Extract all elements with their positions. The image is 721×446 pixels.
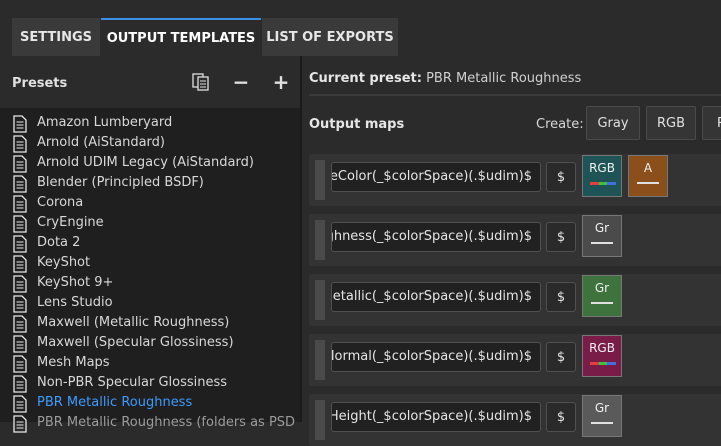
preset-label: Maxwell (Specular Glossiness) [37, 335, 234, 350]
filename-input[interactable]: $mesh_$textureSet_Height(_$colorSpace)(.… [331, 402, 541, 432]
preset-label: Non-PBR Specular Glossiness [37, 375, 227, 390]
remove-preset-button[interactable]: − [230, 70, 252, 94]
drag-handle[interactable] [315, 340, 325, 380]
preset-label: Mesh Maps [37, 355, 110, 370]
preset-item[interactable]: CryEngine [0, 214, 300, 234]
insert-variable-button[interactable]: $ [546, 162, 576, 192]
preset-item[interactable]: PBR Metallic Roughness (folders as PSD [0, 414, 300, 434]
channel-label: RGB [583, 341, 621, 355]
presets-header: Presets − + [0, 56, 300, 108]
create-gray-button[interactable]: Gray [586, 106, 640, 140]
preset-item[interactable]: Lens Studio [0, 294, 300, 314]
current-preset: Current preset: PBR Metallic Roughness [309, 71, 581, 86]
preset-label: Arnold UDIM Legacy (AiStandard) [37, 155, 254, 170]
output-map-row: $mesh_$textureSet_Metallic(_$colorSpace)… [309, 274, 721, 326]
preset-item[interactable]: Arnold (AiStandard) [0, 134, 300, 154]
insert-variable-button[interactable]: $ [546, 342, 576, 372]
channel-label: Gr [583, 401, 621, 415]
preset-item[interactable]: Corona [0, 194, 300, 214]
presets-title: Presets [12, 76, 67, 91]
preset-item[interactable]: KeyShot [0, 254, 300, 274]
channel-label: RGB [583, 161, 621, 175]
drag-handle[interactable] [315, 280, 325, 320]
filename-input[interactable]: $mesh_$textureSet_Normal(_$colorSpace)(.… [331, 342, 541, 372]
channel-bar [591, 302, 613, 304]
tab-bar: SETTINGS OUTPUT TEMPLATES LIST OF EXPORT… [0, 0, 721, 56]
presets-panel: Presets − + Amazon Lumberyard Arnold (AiS… [0, 56, 300, 422]
channel-label: Gr [583, 281, 621, 295]
channel-bar [591, 242, 613, 244]
channel-bar [637, 182, 659, 184]
channel-slot[interactable]: RGB [582, 335, 622, 377]
channel-label: A [629, 161, 667, 175]
output-map-row: $mesh_$textureSet_Roughness(_$colorSpace… [309, 214, 721, 266]
channel-slot[interactable]: A [628, 155, 668, 197]
output-map-row: $mesh_$textureSet_Normal(_$colorSpace)(.… [309, 334, 721, 386]
preset-item[interactable]: Maxwell (Specular Glossiness) [0, 334, 300, 354]
tab-list-of-exports[interactable]: LIST OF EXPORTS [262, 18, 398, 56]
output-maps-title: Output maps [309, 117, 404, 132]
insert-variable-button[interactable]: $ [546, 402, 576, 432]
preset-item[interactable]: Dota 2 [0, 234, 300, 254]
preset-item[interactable]: Non-PBR Specular Glossiness [0, 374, 300, 394]
create-label: Create: [536, 117, 584, 132]
preset-item[interactable]: Blender (Principled BSDF) [0, 174, 300, 194]
drag-handle[interactable] [315, 220, 325, 260]
divider [309, 94, 721, 96]
preset-label: Arnold (AiStandard) [37, 135, 165, 150]
drag-handle[interactable] [315, 400, 325, 440]
preset-list: Amazon Lumberyard Arnold (AiStandard) Arno… [0, 114, 300, 434]
preset-item[interactable]: Amazon Lumberyard [0, 114, 300, 134]
rgb-channel-bar [590, 182, 616, 185]
current-preset-value: PBR Metallic Roughness [426, 71, 581, 86]
duplicate-icon [191, 72, 211, 92]
channel-label: Gr [583, 221, 621, 235]
preset-label: Blender (Principled BSDF) [37, 175, 204, 190]
preset-label: CryEngine [37, 215, 104, 230]
duplicate-preset-button[interactable] [190, 70, 212, 94]
preset-item[interactable]: Arnold UDIM Legacy (AiStandard) [0, 154, 300, 174]
channel-slot[interactable]: Gr [582, 215, 622, 257]
preset-label: Corona [37, 195, 83, 210]
output-map-row: $mesh_$textureSet_Height(_$colorSpace)(.… [309, 394, 721, 446]
channel-slot[interactable]: Gr [582, 395, 622, 437]
preset-item[interactable]: Maxwell (Metallic Roughness) [0, 314, 300, 334]
filename-input[interactable]: $mesh_$textureSet_Metallic(_$colorSpace)… [331, 282, 541, 312]
tab-output-templates[interactable]: OUTPUT TEMPLATES [101, 18, 261, 56]
filename-input[interactable]: $mesh_$textureSet_BaseColor(_$colorSpace… [331, 162, 541, 192]
preset-label: Dota 2 [37, 235, 80, 250]
preset-label: KeyShot [37, 255, 90, 270]
insert-variable-button[interactable]: $ [546, 282, 576, 312]
channel-slot[interactable]: RGB [582, 155, 622, 197]
preset-label: PBR Metallic Roughness (folders as PSD [37, 415, 295, 430]
drag-handle[interactable] [315, 160, 325, 200]
preset-label: KeyShot 9+ [37, 275, 113, 290]
preset-label: Amazon Lumberyard [37, 115, 172, 130]
output-map-row: $mesh_$textureSet_BaseColor(_$colorSpace… [309, 154, 721, 206]
preset-label: Maxwell (Metallic Roughness) [37, 315, 229, 330]
preset-item[interactable]: Mesh Maps [0, 354, 300, 374]
tab-settings[interactable]: SETTINGS [12, 18, 100, 56]
preset-label: Lens Studio [37, 295, 113, 310]
insert-variable-button[interactable]: $ [546, 222, 576, 252]
rgb-channel-bar [590, 362, 616, 365]
preset-item[interactable]: KeyShot 9+ [0, 274, 300, 294]
current-preset-label: Current preset: [309, 71, 422, 86]
document-icon [12, 415, 28, 437]
output-template-panel: Current preset: PBR Metallic Roughness O… [302, 56, 721, 422]
filename-input[interactable]: $mesh_$textureSet_Roughness(_$colorSpace… [331, 222, 541, 252]
create-rgba-button[interactable]: R [702, 106, 721, 140]
preset-label: PBR Metallic Roughness [37, 395, 192, 410]
add-preset-button[interactable]: + [270, 70, 292, 94]
create-rgb-button[interactable]: RGB [646, 106, 696, 140]
channel-slot[interactable]: Gr [582, 275, 622, 317]
channel-bar [591, 422, 613, 424]
preset-item[interactable]: PBR Metallic Roughness [0, 394, 300, 414]
